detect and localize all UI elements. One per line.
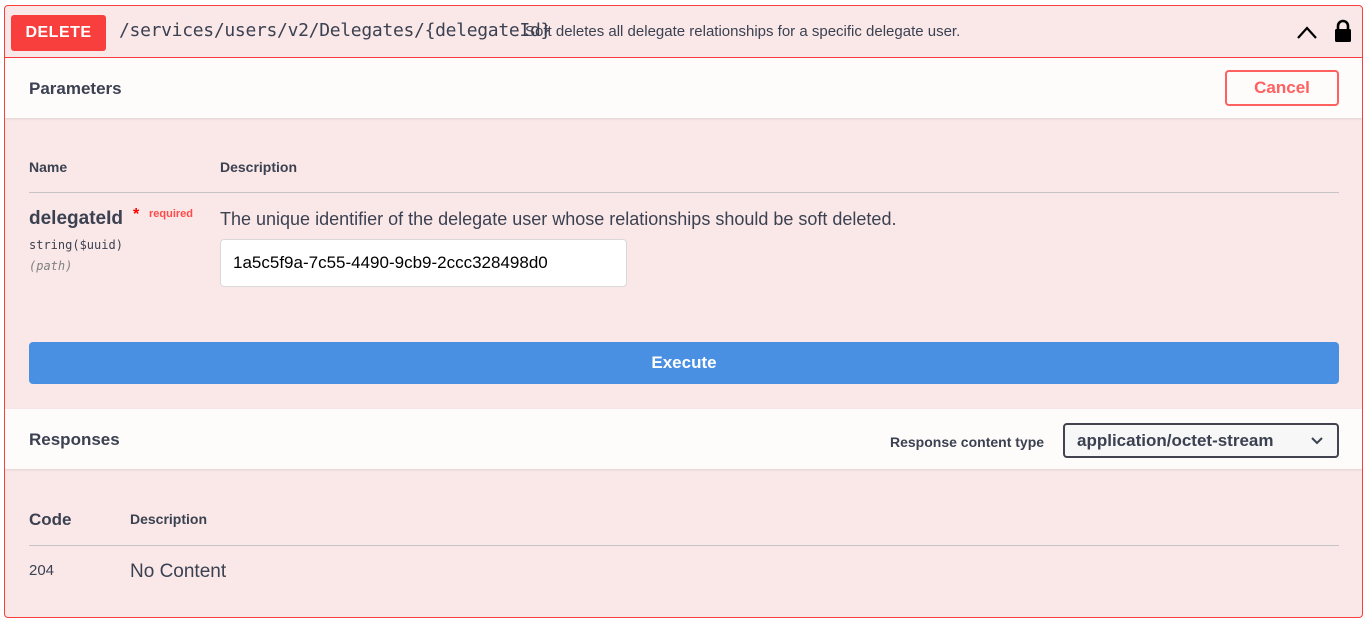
chevron-up-icon[interactable] (1295, 22, 1319, 42)
lock-icon[interactable] (1332, 19, 1354, 43)
cancel-button[interactable]: Cancel (1225, 70, 1339, 106)
chevron-down-icon (1311, 437, 1323, 445)
param-col-description: Description (220, 159, 298, 175)
responses-title: Responses (29, 430, 120, 449)
param-col-name: Name (29, 159, 68, 175)
parameters-title: Parameters (29, 79, 122, 98)
responses-header: Responses Response content type applicat… (5, 409, 1362, 469)
required-star: * (133, 206, 140, 223)
param-type: string($uuid) (29, 238, 123, 252)
parameters-header: Parameters Cancel (5, 58, 1362, 118)
response-divider (29, 545, 1339, 546)
response-code: 204 (29, 562, 55, 579)
response-content-type-select[interactable]: application/octet-stream (1063, 423, 1339, 458)
required-label: required (149, 208, 194, 220)
param-description: The unique identifier of the delegate us… (220, 209, 897, 229)
method-badge: DELETE (11, 15, 106, 51)
execute-button[interactable]: Execute (29, 342, 1339, 384)
operation-block: DELETE /services/users/v2/Delegates/{del… (4, 5, 1363, 618)
operation-path: /services/users/v2/Delegates/{delegateId… (119, 20, 552, 41)
response-content-type-value: application/octet-stream (1077, 430, 1274, 450)
param-divider (29, 192, 1339, 193)
operation-description: Soft deletes all delegate relationships … (525, 23, 961, 40)
response-col-description: Description (130, 511, 208, 527)
response-description: No Content (130, 561, 227, 582)
delegate-id-input[interactable] (220, 239, 627, 287)
response-col-code: Code (29, 510, 72, 529)
response-content-type-label: Response content type (890, 434, 1045, 450)
param-location: (path) (29, 259, 73, 273)
param-name: delegateId (29, 208, 123, 229)
operation-summary[interactable]: DELETE /services/users/v2/Delegates/{del… (5, 6, 1362, 58)
